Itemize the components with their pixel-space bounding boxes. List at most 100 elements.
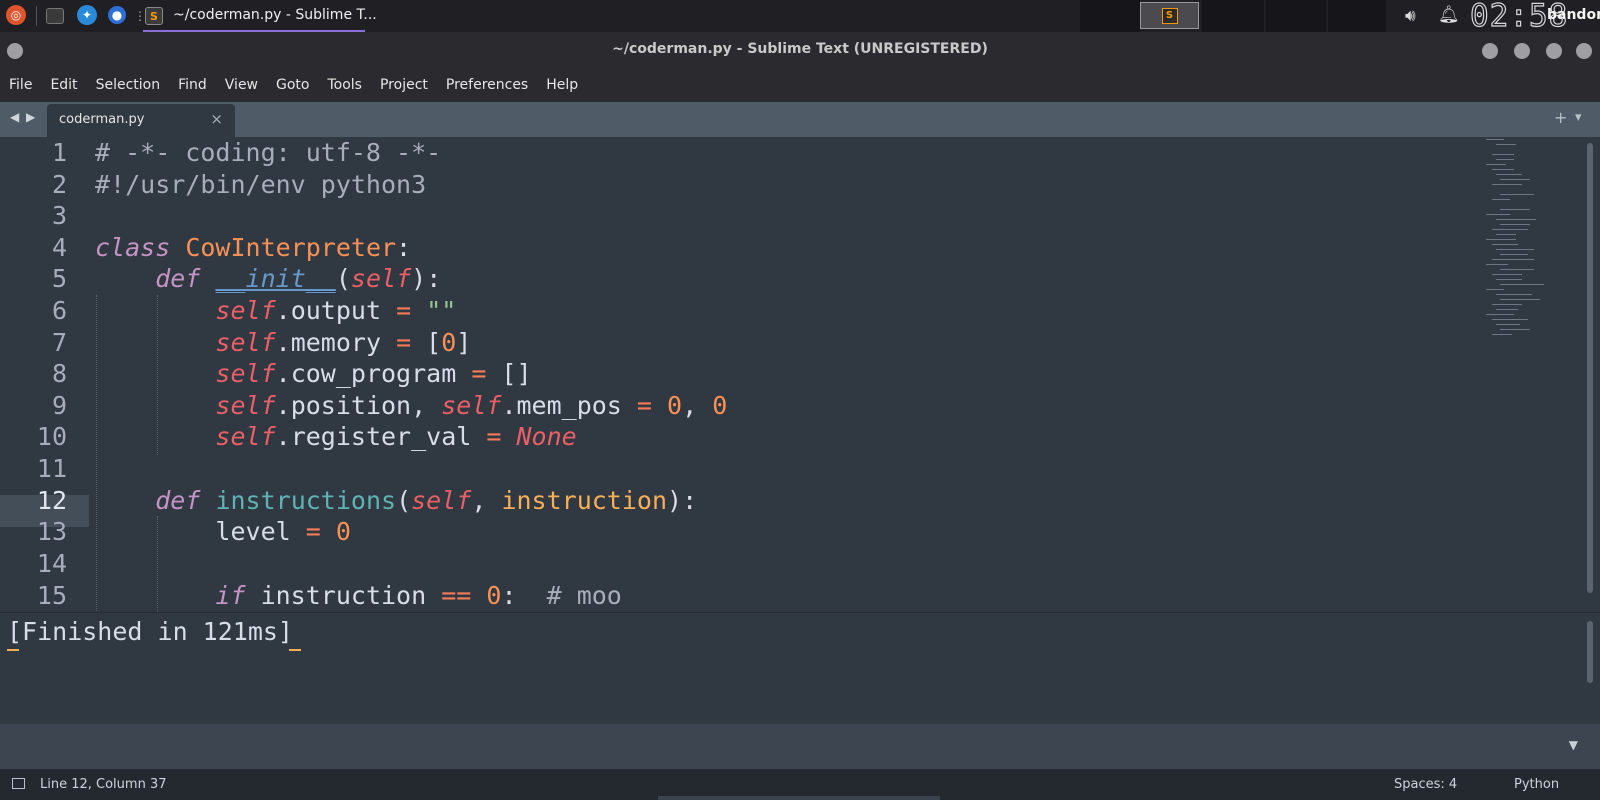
menu-tools[interactable]: Tools [327, 77, 362, 93]
minimap-line [1496, 174, 1522, 175]
minimap-line [1492, 229, 1528, 230]
browser-icon[interactable]: ✦ [77, 5, 97, 25]
line-number: 1 [51, 138, 67, 167]
tab-coderman-py[interactable]: coderman.py × [47, 104, 235, 137]
tray-area-4 [1328, 0, 1386, 32]
minimap-line [1500, 224, 1530, 225]
menu-find[interactable]: Find [178, 77, 207, 93]
minimap-line [1492, 334, 1512, 335]
line-number: 8 [51, 359, 67, 388]
window-title: ~/coderman.py - Sublime Text (UNREGISTER… [612, 41, 988, 57]
line-number: 4 [51, 233, 67, 262]
code-editor[interactable]: 1 2 3 4 5 6 7 8 9 10 11 12 13 14 15 # -*… [0, 137, 1600, 612]
indentation-setting[interactable]: Spaces: 4 [1394, 777, 1457, 792]
code-line-10: self.register_val = None [215, 422, 577, 451]
minimap-line [1496, 219, 1536, 220]
minimap-line [1496, 324, 1520, 325]
minimize-button[interactable] [1514, 43, 1530, 59]
panel-toggle-icon[interactable] [12, 778, 25, 789]
system-top-panel: ◎ ✦ ● ⋮ S ~/coderman.py - Sublime T... S… [0, 0, 1600, 35]
minimap-line [1492, 319, 1528, 320]
menu-project[interactable]: Project [380, 77, 428, 93]
minimap-line [1500, 179, 1530, 180]
window-button-1[interactable] [1482, 43, 1498, 59]
tab-prev-arrow-icon[interactable]: ◀ [10, 110, 19, 124]
status-bar: Line 12, Column 37 Spaces: 4 Python [0, 769, 1600, 800]
output-scrollbar[interactable] [1587, 621, 1593, 683]
volume-icon[interactable]: 🔊︎ [1405, 6, 1416, 26]
syntax-selector[interactable]: Python [1514, 777, 1559, 792]
menu-bar: File Edit Selection Find View Goto Tools… [0, 68, 1600, 102]
workspace-sublime-thumb[interactable]: S [1140, 2, 1199, 29]
panel-input-bar[interactable]: ▼ [0, 724, 1600, 769]
line-number: 13 [36, 517, 67, 546]
minimap[interactable] [1484, 139, 1574, 379]
menu-view[interactable]: View [225, 77, 258, 93]
menu-file[interactable]: File [9, 77, 32, 93]
minimap-line [1500, 254, 1528, 255]
window-titlebar[interactable]: ~/coderman.py - Sublime Text (UNREGISTER… [0, 32, 1600, 68]
code-line-9: self.position, self.mem_pos = 0, 0 [215, 391, 728, 420]
minimap-line [1500, 194, 1534, 195]
active-window-label: ~/coderman.py - Sublime T... [173, 7, 377, 23]
close-button[interactable] [1576, 43, 1592, 59]
code-line-8: self.cow_program = [] [215, 359, 532, 388]
bell-icon[interactable]: 🔔︎ [1438, 5, 1460, 25]
menu-help[interactable]: Help [546, 77, 578, 93]
code-line-13: level = 0 [95, 517, 351, 546]
panel-dropdown-icon[interactable]: ▼ [1569, 738, 1578, 752]
tab-close-icon[interactable]: × [210, 110, 223, 128]
code-line-7: self.memory = [0] [215, 328, 472, 357]
tab-list-dropdown-icon[interactable]: ▾ [1575, 110, 1582, 125]
minimap-line [1496, 249, 1534, 250]
minimap-line [1492, 199, 1510, 200]
minimap-line [1486, 214, 1510, 215]
minimap-line [1496, 234, 1516, 235]
minimap-line [1486, 139, 1504, 140]
line-number: 6 [51, 296, 67, 325]
minimap-line [1486, 289, 1504, 290]
line-number: 15 [36, 581, 67, 610]
code-line-5: def __init__(self): [155, 264, 442, 293]
editor-scrollbar[interactable] [1587, 143, 1593, 593]
tray-area-1 [1080, 0, 1140, 32]
minimap-line [1496, 309, 1518, 310]
tab-next-arrow-icon[interactable]: ▶ [26, 110, 35, 124]
line-number: 10 [36, 422, 67, 451]
minimap-line [1492, 259, 1534, 260]
active-window-task[interactable]: ~/coderman.py - Sublime T... [143, 0, 377, 32]
minimap-line [1486, 164, 1506, 165]
minimap-line [1496, 144, 1516, 145]
line-number: 3 [51, 201, 67, 230]
line-number: 5 [51, 264, 67, 293]
chromium-icon[interactable]: ● [108, 6, 126, 24]
code-line-1: # -*- coding: utf-8 -*- [95, 138, 442, 167]
line-number: 14 [36, 549, 67, 578]
terminal-icon[interactable] [46, 8, 64, 24]
tray-area-3 [1266, 0, 1326, 32]
horizontal-scrollbar[interactable] [658, 796, 940, 800]
username[interactable]: bandor [1547, 7, 1600, 23]
minimap-line [1492, 304, 1522, 305]
minimap-line [1500, 269, 1534, 270]
line-number: 7 [51, 328, 67, 357]
code-line-4: class CowInterpreter: [95, 233, 412, 262]
minimap-line [1500, 209, 1530, 210]
minimap-line [1492, 184, 1522, 185]
minimap-line [1496, 159, 1514, 160]
menu-edit[interactable]: Edit [50, 77, 77, 93]
menu-preferences[interactable]: Preferences [446, 77, 528, 93]
minimap-line [1500, 284, 1544, 285]
menu-selection[interactable]: Selection [96, 77, 161, 93]
maximize-button[interactable] [1546, 43, 1562, 59]
panel-separator [36, 6, 37, 26]
build-output-panel[interactable]: [Finished in 121ms] [0, 612, 1600, 725]
menu-goto[interactable]: Goto [276, 77, 309, 93]
minimap-line [1486, 264, 1508, 265]
new-tab-plus-icon[interactable]: + [1554, 108, 1567, 127]
ubuntu-logo-icon[interactable]: ◎ [6, 5, 26, 25]
tab-label: coderman.py [59, 112, 145, 127]
minimap-line [1492, 154, 1514, 155]
tray-area-2 [1202, 0, 1264, 32]
bracket-match-marker [289, 649, 301, 651]
